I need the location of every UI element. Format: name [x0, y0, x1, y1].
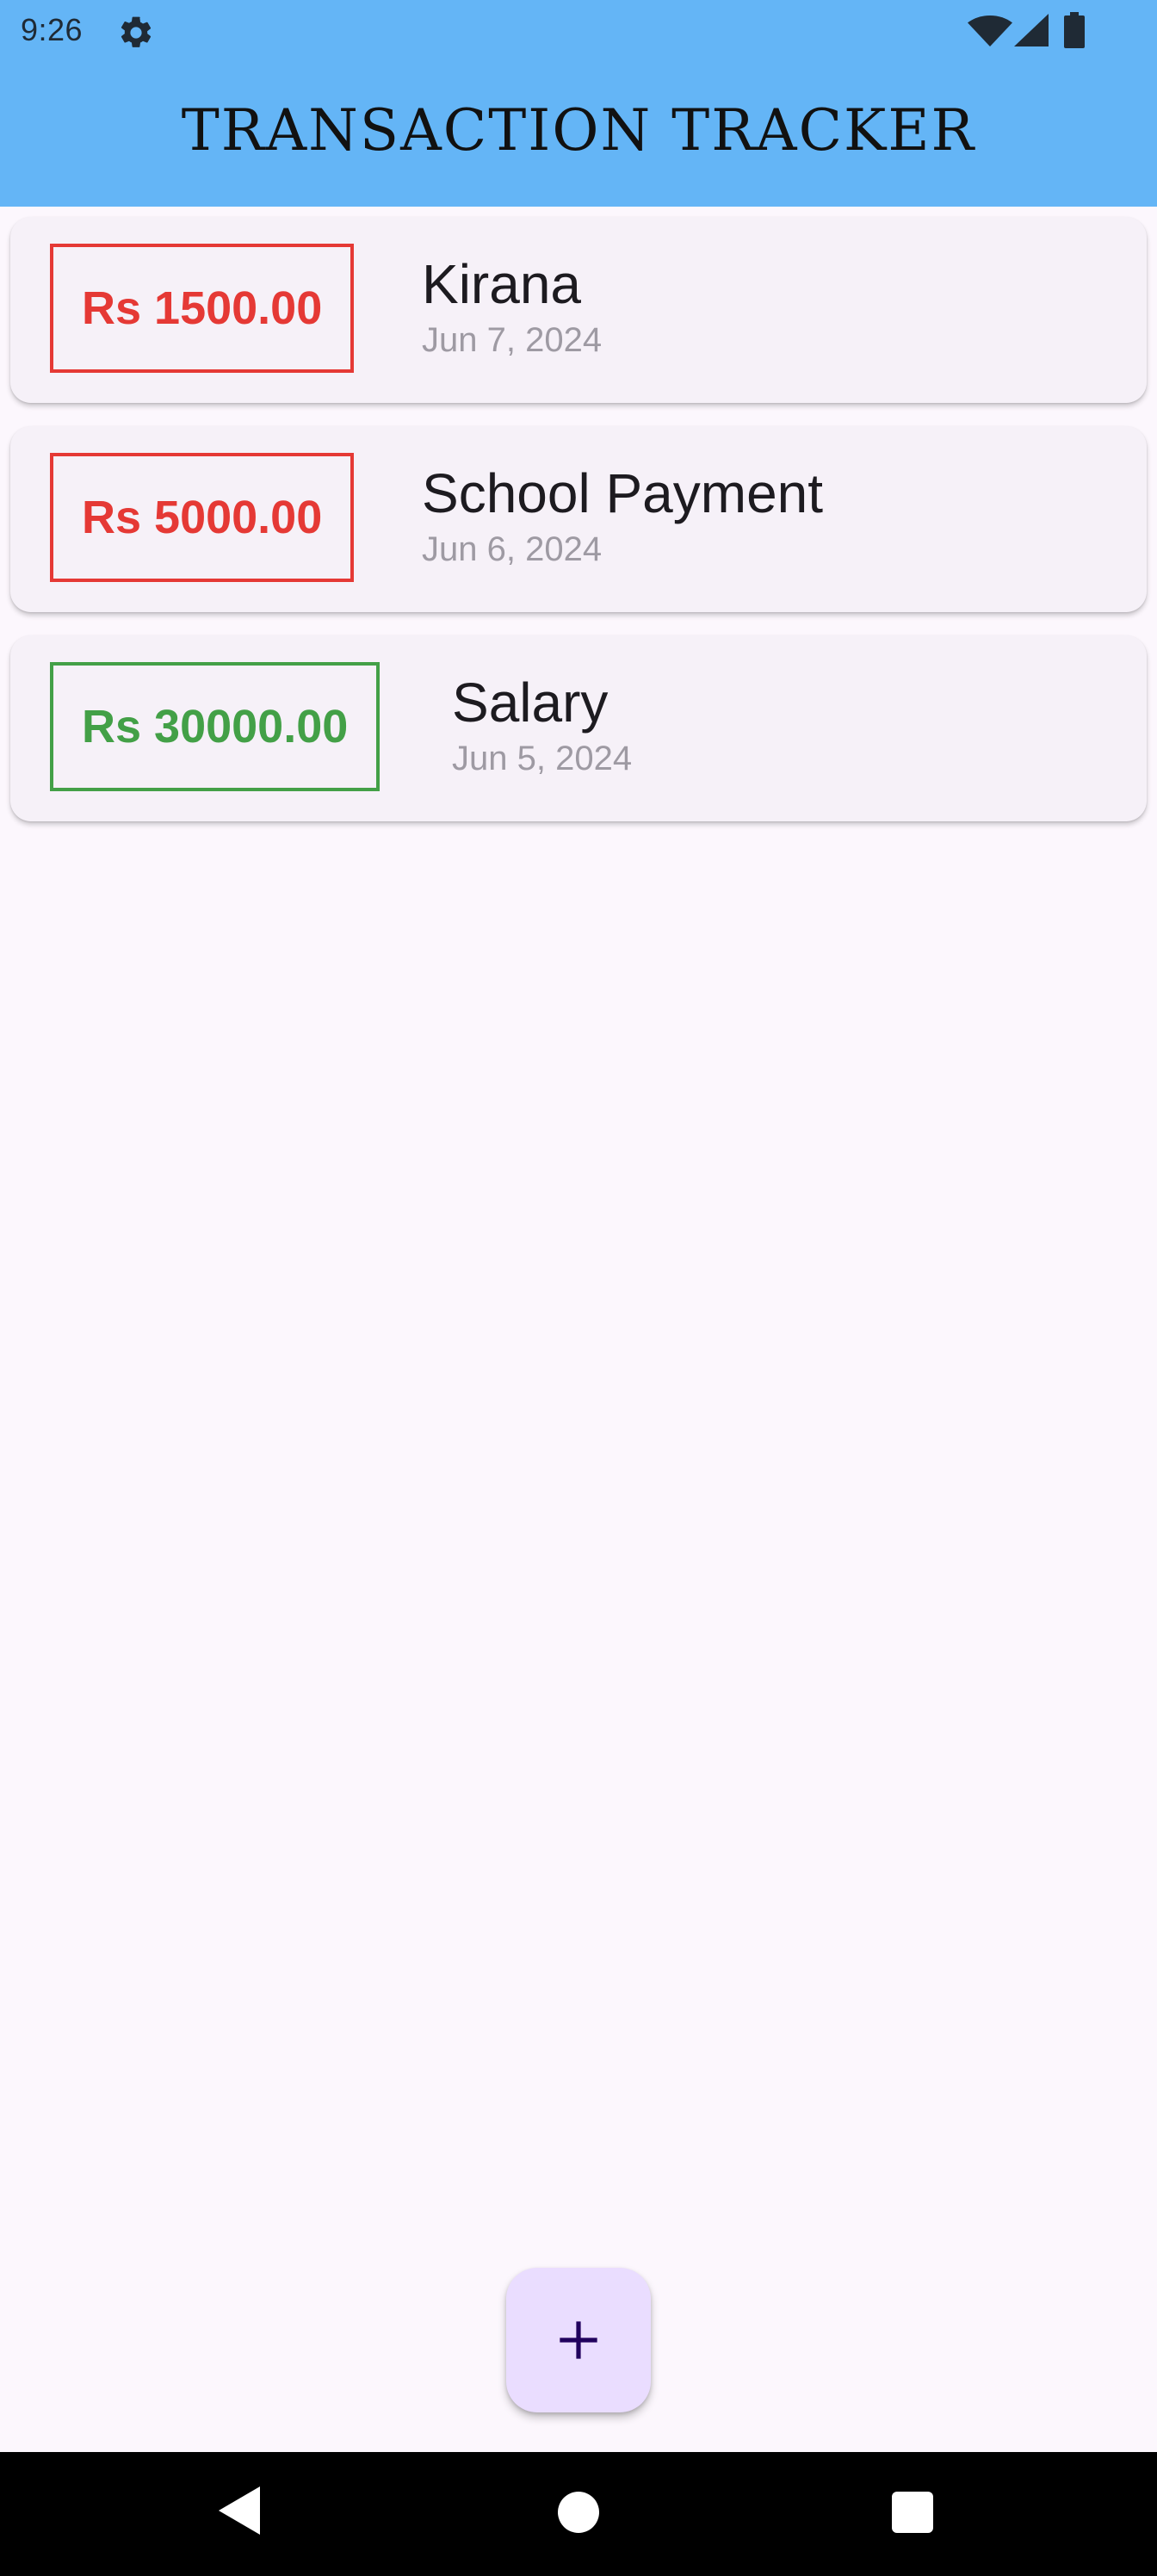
transaction-list: Rs 1500.00 Kirana Jun 7, 2024 Rs 5000.00… — [10, 217, 1147, 845]
gear-icon — [121, 16, 152, 47]
transaction-details: School Payment Jun 6, 2024 — [422, 459, 823, 571]
battery-icon — [1064, 12, 1085, 48]
app-bar: 9:26 TRANSACTION TRACKER — [0, 0, 1157, 207]
status-time: 9:26 — [21, 12, 84, 47]
navigation-bar — [0, 2452, 1157, 2576]
signal-icon — [1014, 14, 1049, 46]
transaction-amount: Rs 1500.00 — [50, 244, 355, 373]
transaction-title: School Payment — [422, 462, 824, 524]
transaction-date: Jun 7, 2024 — [422, 321, 603, 359]
transaction-title: Salary — [452, 672, 609, 734]
transaction-date: Jun 5, 2024 — [452, 740, 633, 777]
transaction-date: Jun 6, 2024 — [422, 530, 603, 568]
status-bar: 9:26 — [0, 0, 1157, 62]
transaction-card[interactable]: Rs 5000.00 School Payment Jun 6, 2024 — [10, 426, 1147, 612]
transaction-card[interactable]: Rs 30000.00 Salary Jun 5, 2024 — [10, 635, 1147, 821]
transaction-card[interactable]: Rs 1500.00 Kirana Jun 7, 2024 — [10, 217, 1147, 403]
back-icon[interactable] — [219, 2486, 260, 2535]
transaction-details: Salary Jun 5, 2024 — [452, 668, 632, 780]
transaction-details: Kirana Jun 7, 2024 — [422, 250, 602, 362]
transaction-amount: Rs 5000.00 — [50, 453, 355, 582]
wifi-icon — [968, 15, 1012, 46]
recents-icon[interactable] — [892, 2492, 933, 2533]
add-transaction-button[interactable] — [506, 2268, 651, 2412]
transaction-title: Kirana — [422, 253, 581, 315]
plus-icon — [560, 2321, 597, 2359]
page-title: TRANSACTION TRACKER — [181, 97, 976, 164]
home-icon[interactable] — [558, 2492, 599, 2533]
transaction-amount: Rs 30000.00 — [50, 662, 381, 791]
